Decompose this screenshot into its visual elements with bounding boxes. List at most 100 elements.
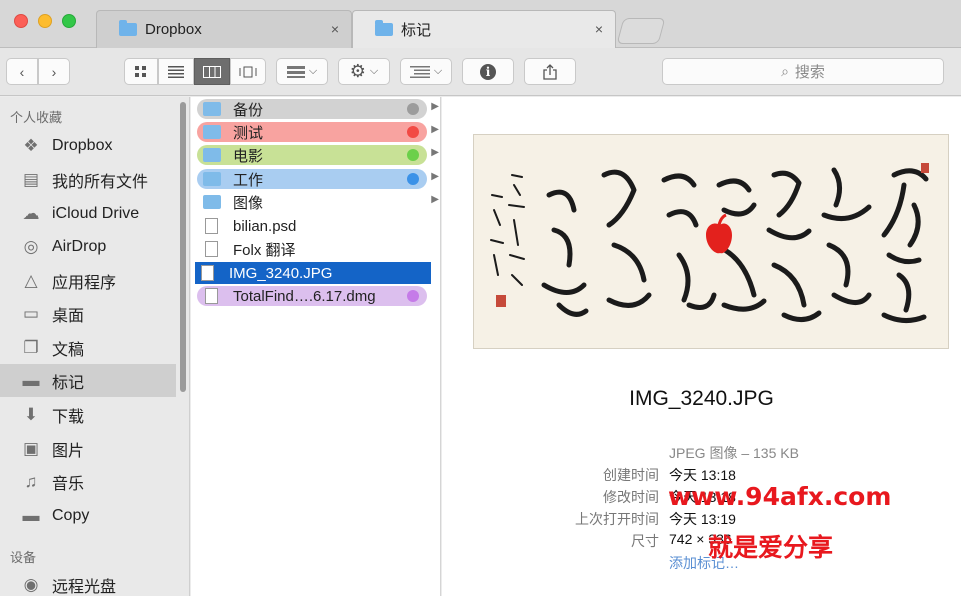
file-column: 备份 ▶ 测试 ▶ 电影 ▶ 工作 ▶ 图像 ▶ bilian.psd Folx…: [191, 97, 441, 596]
calligraphy-artwork: [490, 163, 929, 323]
sidebar-item-icloud-drive[interactable]: ☁ iCloud Drive: [0, 197, 176, 230]
folder-icon: ▬: [22, 505, 40, 525]
sidebar-item-label: Copy: [52, 506, 90, 524]
sidebar-item-documents[interactable]: ❐ 文稿: [0, 331, 176, 364]
list-item[interactable]: 图像 ▶: [197, 191, 439, 213]
search-input[interactable]: ⌕ 搜索: [662, 58, 944, 85]
minimize-window-button[interactable]: [38, 14, 52, 28]
sidebar-item-music[interactable]: ♫ 音乐: [0, 465, 176, 498]
sidebar-item-label: 下载: [52, 408, 85, 426]
folder-icon: [203, 195, 221, 209]
sidebar-item-label: iCloud Drive: [52, 204, 140, 222]
sidebar-item-applications[interactable]: △ 应用程序: [0, 264, 176, 297]
column-view-button[interactable]: [194, 58, 230, 85]
disclosure-arrow-icon: ▶: [431, 147, 439, 158]
new-tab-button[interactable]: [616, 18, 666, 44]
list-item[interactable]: 备份 ▶: [197, 98, 439, 120]
forward-button[interactable]: ›: [38, 58, 70, 85]
sidebar-item-label: 音乐: [52, 475, 85, 493]
group-button[interactable]: ⌵: [400, 58, 452, 85]
get-info-button[interactable]: i: [462, 58, 514, 85]
tab-label: 标记: [401, 22, 432, 39]
share-icon: [543, 63, 557, 80]
tag-highlight: [197, 122, 427, 142]
watermark-url: www.94afx.com: [668, 482, 892, 511]
sidebar-item-pictures[interactable]: ▣ 图片: [0, 432, 176, 465]
sidebar-item-label: 应用程序: [52, 274, 117, 292]
icon-view-button[interactable]: [124, 58, 158, 85]
sidebar-item-label: 图片: [52, 442, 85, 460]
tab-tags[interactable]: 标记 ×: [352, 10, 616, 48]
documents-icon: ❐: [23, 337, 39, 357]
tab-close-icon[interactable]: ×: [595, 21, 603, 37]
folder-icon: ▬: [22, 370, 40, 390]
list-view-button[interactable]: [158, 58, 194, 85]
sidebar-item-copy[interactable]: ▬ Copy: [0, 499, 176, 532]
sidebar-item-desktop[interactable]: ▭ 桌面: [0, 297, 176, 330]
list-item-selected[interactable]: IMG_3240.JPG: [195, 262, 431, 284]
tag-dot: [407, 149, 419, 161]
sidebar: 个人收藏 ❖ Dropbox ▤ 我的所有文件 ☁ iCloud Drive ◎ Air…: [0, 97, 190, 596]
sidebar-item-remote-disc[interactable]: ◉ 远程光盘: [0, 568, 176, 596]
list-item[interactable]: Folx 翻译: [197, 238, 427, 260]
file-name: 电影: [233, 147, 264, 165]
coverflow-icon: [239, 66, 257, 77]
folder-icon: [203, 102, 221, 116]
action-button[interactable]: ⚙ ⌵: [338, 58, 390, 85]
file-name: Folx 翻译: [233, 241, 296, 259]
file-name: 图像: [233, 194, 264, 212]
list-item[interactable]: 工作 ▶: [197, 168, 439, 190]
tab-close-icon[interactable]: ×: [331, 21, 339, 37]
sidebar-item-downloads[interactable]: ⬇ 下载: [0, 398, 176, 431]
dropbox-folder-icon: [119, 20, 137, 36]
list-item[interactable]: TotalFind….6.17.dmg: [197, 285, 427, 307]
back-button[interactable]: ‹: [6, 58, 38, 85]
coverflow-view-button[interactable]: [230, 58, 266, 85]
list-item[interactable]: bilian.psd: [197, 215, 427, 237]
zoom-window-button[interactable]: [62, 14, 76, 28]
chevron-down-icon: ⌵: [308, 65, 318, 77]
sidebar-item-label: 桌面: [52, 307, 85, 325]
applications-icon: △: [24, 270, 38, 290]
sidebar-item-label: 远程光盘: [52, 578, 117, 596]
disclosure-arrow-icon: ▶: [431, 171, 439, 182]
sidebar-item-label: 文稿: [52, 341, 85, 359]
preview-image[interactable]: [473, 134, 949, 349]
columns-icon: [203, 65, 221, 78]
preview-filename: IMG_3240.JPG: [629, 387, 774, 410]
arrange-button[interactable]: ⌵: [276, 58, 328, 85]
tab-dropbox[interactable]: Dropbox ×: [96, 10, 352, 48]
close-window-button[interactable]: [14, 14, 28, 28]
file-name: IMG_3240.JPG: [229, 264, 333, 282]
share-button[interactable]: [524, 58, 576, 85]
sidebar-item-airdrop[interactable]: ◎ AirDrop: [0, 230, 176, 263]
meta-label: 尺寸: [631, 533, 659, 549]
folder-icon: [203, 172, 221, 186]
disk-image-icon: [205, 288, 218, 304]
sidebar-scrollbar[interactable]: [180, 102, 186, 392]
favorites-header: 个人收藏: [10, 110, 63, 125]
search-icon: ⌕: [781, 63, 789, 79]
sidebar-item-dropbox[interactable]: ❖ Dropbox: [0, 129, 176, 162]
disclosure-arrow-icon: ▶: [431, 124, 439, 135]
disclosure-arrow-icon: ▶: [431, 194, 439, 205]
document-icon: [205, 241, 218, 257]
sidebar-item-tags[interactable]: ▬ 标记: [0, 364, 176, 397]
tag-highlight: [197, 145, 427, 165]
list-item[interactable]: 测试 ▶: [197, 121, 439, 143]
info-icon: i: [480, 63, 496, 80]
list-item[interactable]: 电影 ▶: [197, 144, 439, 166]
cloud-icon: ☁: [22, 203, 40, 223]
file-name: 工作: [233, 171, 264, 189]
chevron-down-icon: ⌵: [433, 65, 443, 77]
meta-value: 今天 13:19: [669, 511, 736, 527]
grid-icon: [135, 65, 146, 77]
sidebar-item-label: AirDrop: [52, 237, 107, 255]
sidebar-item-label: 标记: [52, 374, 85, 392]
sidebar-item-all-files[interactable]: ▤ 我的所有文件: [0, 163, 176, 196]
disc-icon: ◉: [23, 574, 39, 594]
tag-highlight: [197, 169, 427, 189]
tag-highlight: [197, 99, 427, 119]
watermark-slogan: 就是爱分享: [708, 533, 834, 562]
preview-pane: IMG_3240.JPG JPEG 图像 – 135 KB 创建时间 今天 13…: [442, 97, 961, 596]
